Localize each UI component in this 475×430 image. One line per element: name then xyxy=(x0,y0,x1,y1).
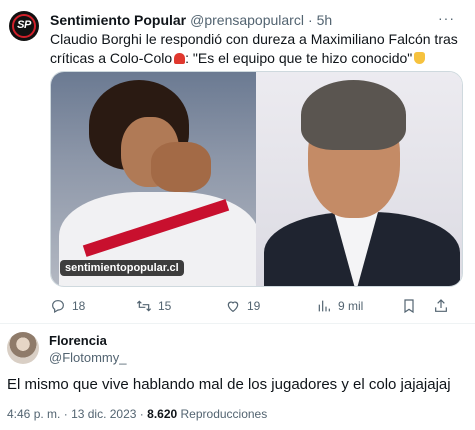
like-count: 19 xyxy=(247,299,261,313)
more-options-icon[interactable]: ··· xyxy=(438,10,455,26)
reply-count: 18 xyxy=(72,299,86,313)
reply-author-avatar[interactable] xyxy=(7,332,39,364)
quoted-tweet-text: Claudio Borghi le respondió con dureza a… xyxy=(50,30,462,68)
reply-views-label: Reproducciones xyxy=(180,407,268,421)
photo-shape xyxy=(301,80,406,150)
quoted-tweet-media[interactable]: sentimientopopular.cl xyxy=(50,71,463,287)
views-count: 9 mil xyxy=(338,299,364,313)
retweet-icon xyxy=(136,298,152,314)
photo-shape xyxy=(151,142,211,192)
reply-author-name[interactable]: Florencia xyxy=(49,333,107,348)
reply-date[interactable]: 13 dic. 2023 xyxy=(71,407,136,421)
quoted-tweet-actions: 18 15 19 9 mil xyxy=(50,297,463,315)
quoted-text-part2: : "Es el equipo que te hizo conocido" xyxy=(185,50,413,66)
like-button[interactable]: 19 xyxy=(225,298,260,314)
divider xyxy=(0,323,475,324)
views-icon xyxy=(316,298,332,314)
reply-time[interactable]: 4:46 p. m. xyxy=(7,407,60,421)
share-icon xyxy=(433,298,449,314)
reply-author-handle[interactable]: @Flotommy_ xyxy=(49,350,127,365)
media-watermark: sentimientopopular.cl xyxy=(60,260,184,276)
meta-separator: · xyxy=(139,407,144,421)
quoted-tweet-time[interactable]: 5h xyxy=(317,12,333,28)
siren-emoji-icon xyxy=(174,53,186,64)
player-photo[interactable]: sentimientopopular.cl xyxy=(51,72,256,286)
views-button[interactable]: 9 mil xyxy=(316,298,363,314)
retweet-button[interactable]: 15 xyxy=(136,298,171,314)
avatar-logo-text: SP xyxy=(17,19,31,31)
header-separator: · xyxy=(307,12,313,28)
reply-meta: 4:46 p. m. · 13 dic. 2023 · 8.620 Reprod… xyxy=(7,407,267,421)
reply-button[interactable]: 18 xyxy=(50,298,85,314)
quoted-author-avatar[interactable]: SP xyxy=(9,11,39,41)
quoted-author-name[interactable]: Sentimiento Popular xyxy=(50,12,186,28)
reply-views-count: 8.620 xyxy=(147,407,178,421)
coach-photo[interactable] xyxy=(256,72,462,286)
bookmark-button[interactable] xyxy=(401,298,417,314)
bookmark-icon xyxy=(401,298,417,314)
quoted-tweet[interactable]: SP Sentimiento Popular @prensapopularcl … xyxy=(0,0,475,323)
retweet-count: 15 xyxy=(158,299,172,313)
reply-text: El mismo que vive hablando mal de los ju… xyxy=(7,376,451,393)
meta-separator: · xyxy=(63,407,68,421)
like-icon xyxy=(225,298,241,314)
quoted-tweet-header: Sentimiento Popular @prensapopularcl · 5… xyxy=(50,11,332,29)
share-button[interactable] xyxy=(433,298,449,314)
pointing-hand-emoji-icon xyxy=(414,52,426,64)
reply-icon xyxy=(50,298,66,314)
quoted-author-handle[interactable]: @prensapopularcl xyxy=(190,12,304,28)
